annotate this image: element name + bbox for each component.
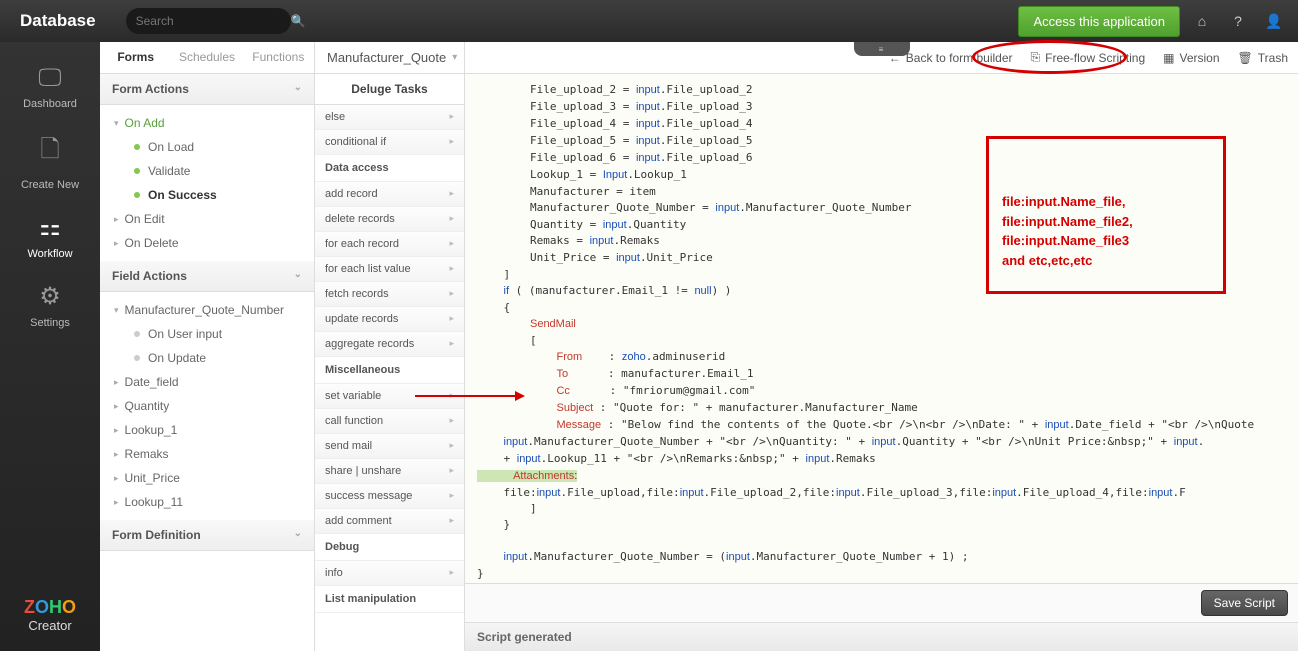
- search-icon[interactable]: 🔍: [291, 14, 306, 28]
- editor-panel: ≡ ←Back to form builder ⎘Free-flow Scrip…: [465, 42, 1298, 651]
- trash-button[interactable]: 🗑Trash: [1238, 51, 1288, 65]
- task-aggregate-records[interactable]: aggregate records▸: [315, 332, 464, 357]
- chevron-down-icon: ⌄: [294, 82, 302, 96]
- tree-on-load[interactable]: On Load: [100, 135, 314, 159]
- group-list: List manipulation: [315, 586, 464, 613]
- new-doc-icon: 🗋: [21, 132, 79, 173]
- task-add-comment[interactable]: add comment▸: [315, 509, 464, 534]
- home-icon[interactable]: ⌂: [1188, 7, 1216, 35]
- tab-schedules[interactable]: Schedules: [171, 42, 242, 73]
- tasks-panel: Manufacturer_Quote▾ Deluge Tasks else▸ c…: [315, 42, 465, 651]
- group-misc: Miscellaneous: [315, 357, 464, 384]
- tree-on-user-input[interactable]: On User input: [100, 322, 314, 346]
- tree-on-success[interactable]: On Success: [100, 183, 314, 207]
- trash-icon: 🗑: [1238, 51, 1253, 65]
- tree-lookup11[interactable]: ▸Lookup_11: [100, 490, 314, 514]
- task-send-mail[interactable]: send mail▸: [315, 434, 464, 459]
- section-form-definition[interactable]: Form Definition⌄: [100, 520, 314, 551]
- script-icon: ⎘: [1031, 50, 1041, 65]
- tree-unit-price[interactable]: ▸Unit_Price: [100, 466, 314, 490]
- editor-footer: Save Script: [465, 583, 1298, 622]
- app-title: Database: [20, 11, 96, 31]
- deluge-tasks-heading: Deluge Tasks: [315, 74, 464, 105]
- tree-mqn[interactable]: ▾Manufacturer_Quote_Number: [100, 298, 314, 322]
- freeflow-scripting-button[interactable]: ⎘Free-flow Scripting: [1031, 50, 1146, 65]
- task-else[interactable]: else▸: [315, 105, 464, 130]
- tree-quantity[interactable]: ▸Quantity: [100, 394, 314, 418]
- zoho-logo: ZOHO Creator: [24, 597, 76, 633]
- task-for-each-record[interactable]: for each record▸: [315, 232, 464, 257]
- monitor-icon: 🖵: [23, 64, 77, 92]
- task-success-message[interactable]: success message▸: [315, 484, 464, 509]
- task-update-records[interactable]: update records▸: [315, 307, 464, 332]
- form-tree-panel: Forms Schedules Functions Form Actions⌄ …: [100, 42, 315, 651]
- tab-forms[interactable]: Forms: [100, 42, 171, 73]
- task-call-function[interactable]: call function▸: [315, 409, 464, 434]
- nav-settings[interactable]: ⚙Settings: [30, 282, 70, 329]
- chevron-down-icon: ⌄: [294, 528, 302, 542]
- search-box[interactable]: 🔍: [126, 8, 291, 34]
- save-script-button[interactable]: Save Script: [1201, 590, 1288, 616]
- tree-on-add[interactable]: ▾On Add: [100, 111, 314, 135]
- version-icon: ▦: [1163, 51, 1174, 65]
- group-data-access: Data access: [315, 155, 464, 182]
- top-bar: Database 🔍 Access this application ⌂ ? 👤: [0, 0, 1298, 42]
- task-delete-records[interactable]: delete records▸: [315, 207, 464, 232]
- annotation-text: file:input.Name_file, file:input.Name_fi…: [1002, 192, 1133, 270]
- code-editor[interactable]: File_upload_2 = input.File_upload_2 File…: [465, 74, 1298, 583]
- task-add-record[interactable]: add record▸: [315, 182, 464, 207]
- section-field-actions[interactable]: Field Actions⌄: [100, 261, 314, 292]
- task-info[interactable]: info▸: [315, 561, 464, 586]
- editor-toolbar: ≡ ←Back to form builder ⎘Free-flow Scrip…: [465, 42, 1298, 74]
- tree-date-field[interactable]: ▸Date_field: [100, 370, 314, 394]
- left-nav: 🖵Dashboard 🗋Create New ⚏Workflow ⚙Settin…: [0, 42, 100, 651]
- status-bar: Script generated: [465, 622, 1298, 651]
- group-debug: Debug: [315, 534, 464, 561]
- workflow-icon: ⚏: [27, 213, 72, 242]
- gear-icon: ⚙: [30, 282, 70, 311]
- task-share[interactable]: share | unshare▸: [315, 459, 464, 484]
- version-button[interactable]: ▦Version: [1163, 51, 1219, 65]
- nav-dashboard[interactable]: 🖵Dashboard: [23, 64, 77, 110]
- tree-lookup1[interactable]: ▸Lookup_1: [100, 418, 314, 442]
- access-app-button[interactable]: Access this application: [1018, 6, 1180, 37]
- chevron-down-icon: ⌄: [294, 269, 302, 283]
- section-form-actions[interactable]: Form Actions⌄: [100, 74, 314, 105]
- task-set-variable[interactable]: set variable▸: [315, 384, 464, 409]
- caret-down-icon: ▾: [452, 52, 457, 63]
- nav-create-new[interactable]: 🗋Create New: [21, 132, 79, 191]
- task-for-each-list[interactable]: for each list value▸: [315, 257, 464, 282]
- user-icon[interactable]: 👤: [1260, 7, 1288, 35]
- task-fetch-records[interactable]: fetch records▸: [315, 282, 464, 307]
- help-icon[interactable]: ?: [1224, 7, 1252, 35]
- tree-on-delete[interactable]: ▸On Delete: [100, 231, 314, 255]
- drag-handle-icon[interactable]: ≡: [854, 42, 910, 56]
- tree-remaks[interactable]: ▸Remaks: [100, 442, 314, 466]
- tab-functions[interactable]: Functions: [243, 42, 314, 73]
- tree-on-update[interactable]: On Update: [100, 346, 314, 370]
- search-input[interactable]: [136, 14, 291, 28]
- form-name-header[interactable]: Manufacturer_Quote▾: [315, 42, 464, 74]
- nav-workflow[interactable]: ⚏Workflow: [27, 213, 72, 260]
- tree-validate[interactable]: Validate: [100, 159, 314, 183]
- task-conditional-if[interactable]: conditional if▸: [315, 130, 464, 155]
- tree-on-edit[interactable]: ▸On Edit: [100, 207, 314, 231]
